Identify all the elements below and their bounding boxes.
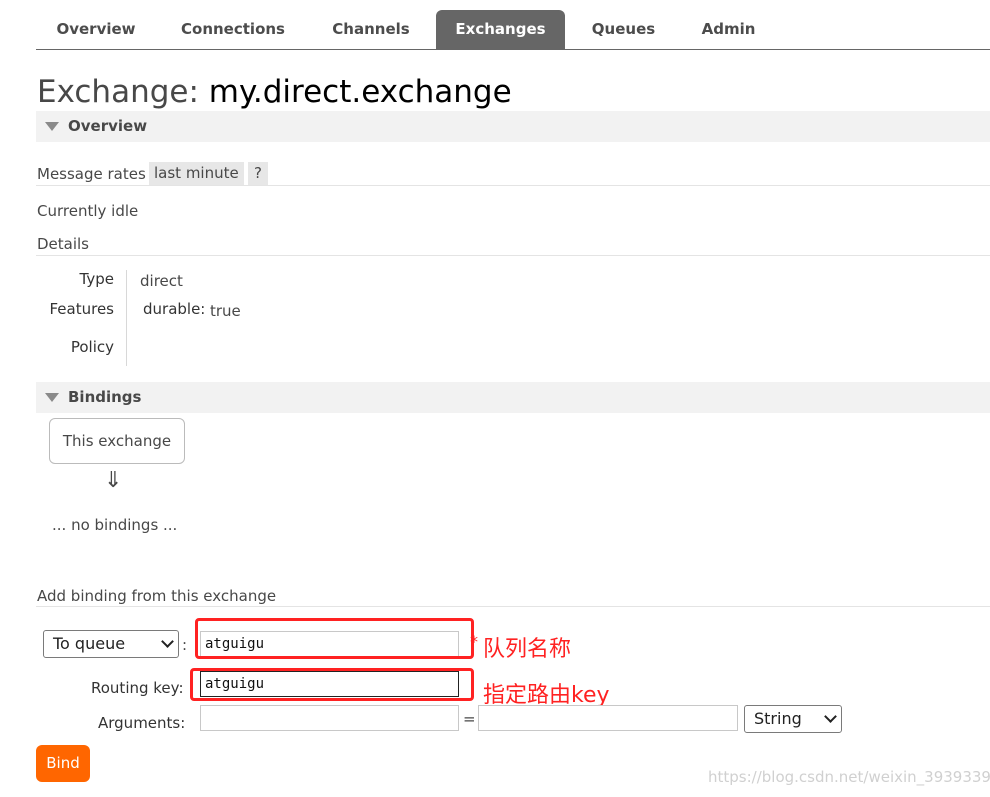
top-nav-tabs: Overview Connections Channels Exchanges …: [36, 10, 990, 50]
colon: :: [182, 636, 188, 654]
page-title: Exchange: my.direct.exchange: [37, 74, 512, 110]
collapse-triangle-icon: [45, 393, 59, 402]
message-rates-label: Message rates: [37, 165, 146, 183]
destination-type-value: To queue: [53, 634, 126, 653]
highlight-box: [190, 668, 474, 701]
feature-durable-value: true: [210, 302, 241, 320]
bindings-section-header[interactable]: Bindings: [36, 382, 990, 413]
divider: [36, 606, 990, 607]
rate-period-button[interactable]: last minute: [149, 162, 244, 185]
this-exchange-box: This exchange: [49, 418, 185, 464]
overview-section-label: Overview: [68, 117, 148, 135]
tab-admin[interactable]: Admin: [682, 10, 775, 49]
routing-key-label: Routing key:: [91, 679, 184, 697]
argument-value-input[interactable]: [478, 705, 738, 731]
status-text: Currently idle: [37, 202, 139, 220]
watermark: https://blog.csdn.net/weixin_39393393: [708, 768, 990, 786]
details-separator: [126, 270, 127, 366]
help-button[interactable]: ?: [248, 162, 268, 185]
divider: [36, 185, 990, 186]
argument-type-value: String: [754, 709, 802, 728]
queue-name-annotation: 队列名称: [483, 637, 572, 662]
collapse-triangle-icon: [45, 122, 59, 131]
no-bindings-text: ... no bindings ...: [52, 516, 178, 534]
down-arrow-icon: ⇓: [104, 468, 123, 493]
tab-exchanges[interactable]: Exchanges: [436, 10, 565, 49]
feature-durable-key: durable:: [143, 300, 206, 318]
divider: [36, 255, 990, 256]
chevron-down-icon: [824, 710, 837, 723]
page-title-prefix: Exchange:: [37, 74, 199, 110]
tab-connections[interactable]: Connections: [163, 10, 303, 49]
tab-queues[interactable]: Queues: [576, 10, 671, 49]
overview-section-header[interactable]: Overview: [36, 111, 990, 142]
equals-sign: =: [463, 710, 476, 728]
policy-key: Policy: [70, 338, 114, 356]
arguments-label: Arguments:: [98, 714, 186, 732]
add-binding-title: Add binding from this exchange: [37, 587, 277, 605]
tab-channels[interactable]: Channels: [316, 10, 426, 49]
type-key: Type: [79, 270, 114, 288]
required-star: *: [470, 632, 478, 651]
features-key: Features: [49, 300, 115, 318]
bind-button[interactable]: Bind: [36, 745, 90, 782]
destination-type-select[interactable]: To queue: [43, 630, 179, 658]
chevron-down-icon: [161, 635, 174, 648]
highlight-box: [195, 618, 474, 659]
type-value: direct: [140, 272, 183, 290]
argument-type-select[interactable]: String: [744, 705, 842, 733]
exchange-name: my.direct.exchange: [208, 74, 512, 110]
details-label: Details: [37, 235, 90, 253]
argument-key-input[interactable]: [200, 705, 459, 731]
tab-overview[interactable]: Overview: [36, 10, 156, 49]
bindings-section-label: Bindings: [68, 388, 142, 406]
